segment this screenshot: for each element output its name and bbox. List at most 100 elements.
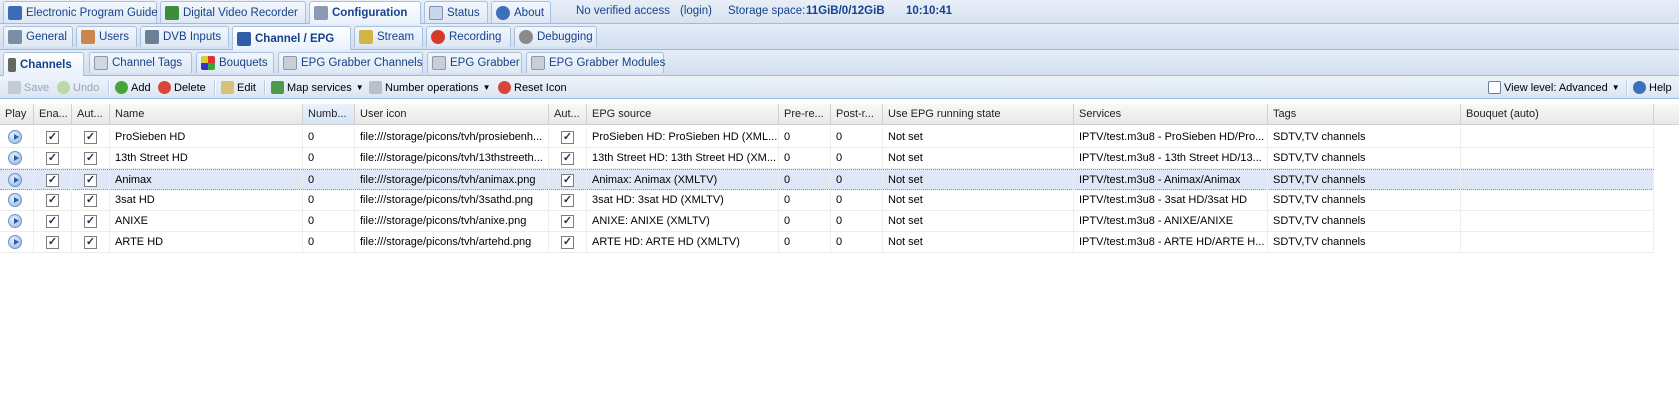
cell-tags[interactable]: SDTV,TV channels: [1268, 148, 1461, 168]
cell-post-record[interactable]: 0: [831, 148, 883, 168]
tab-bouquets[interactable]: Bouquets: [196, 52, 274, 73]
tab-channels[interactable]: Channels: [3, 52, 84, 76]
col-bouquet[interactable]: Bouquet (auto): [1461, 104, 1654, 124]
cell-user-icon[interactable]: file:///storage/picons/tvh/anixe.png: [355, 211, 549, 231]
cell-number[interactable]: 0: [303, 190, 355, 210]
col-tags[interactable]: Tags: [1268, 104, 1461, 124]
play-icon[interactable]: [8, 151, 22, 165]
play-icon[interactable]: [8, 193, 22, 207]
cell-tags[interactable]: SDTV,TV channels: [1268, 170, 1461, 190]
auto-name-checkbox[interactable]: ✓: [84, 174, 97, 187]
auto-name-checkbox[interactable]: ✓: [84, 152, 97, 165]
col-epg-running[interactable]: Use EPG running state: [883, 104, 1074, 124]
auto-name-checkbox[interactable]: ✓: [84, 131, 97, 144]
cell-epg-running[interactable]: Not set: [883, 211, 1074, 231]
cell-tags[interactable]: SDTV,TV channels: [1268, 232, 1461, 252]
auto-epg-checkbox[interactable]: ✓: [561, 194, 574, 207]
tab-status[interactable]: Status: [424, 1, 488, 23]
cell-pre-record[interactable]: 0: [779, 127, 831, 147]
tab-dvb-inputs[interactable]: DVB Inputs: [140, 26, 229, 47]
enabled-checkbox[interactable]: ✓: [46, 152, 59, 165]
table-row[interactable]: ✓ ✓ ARTE HD 0 file:///storage/picons/tvh…: [0, 232, 1654, 253]
col-name[interactable]: Name: [110, 104, 303, 124]
add-button[interactable]: Add: [115, 79, 151, 96]
tab-stream[interactable]: Stream: [354, 26, 423, 47]
cell-post-record[interactable]: 0: [831, 232, 883, 252]
cell-pre-record[interactable]: 0: [779, 232, 831, 252]
save-button[interactable]: Save: [8, 79, 49, 96]
cell-bouquet[interactable]: [1461, 148, 1654, 168]
enabled-checkbox[interactable]: ✓: [46, 236, 59, 249]
cell-user-icon[interactable]: file:///storage/picons/tvh/3sathd.png: [355, 190, 549, 210]
cell-services[interactable]: IPTV/test.m3u8 - ARTE HD/ARTE H...: [1074, 232, 1268, 252]
enabled-checkbox[interactable]: ✓: [46, 174, 59, 187]
play-icon[interactable]: [8, 130, 22, 144]
table-row[interactable]: ✓ ✓ 13th Street HD 0 file:///storage/pic…: [0, 148, 1654, 169]
play-icon[interactable]: [8, 235, 22, 249]
view-level-button[interactable]: View level: Advanced ▼: [1488, 79, 1620, 96]
cell-epg-running[interactable]: Not set: [883, 127, 1074, 147]
tab-recording[interactable]: Recording: [426, 26, 511, 47]
table-row-selected[interactable]: ✓ ✓ Animax 0 file:///storage/picons/tvh/…: [0, 169, 1654, 190]
cell-name[interactable]: Animax: [110, 170, 303, 190]
cell-tags[interactable]: SDTV,TV channels: [1268, 211, 1461, 231]
cell-bouquet[interactable]: [1461, 170, 1654, 190]
cell-bouquet[interactable]: [1461, 232, 1654, 252]
tab-epg-grabber-modules[interactable]: EPG Grabber Modules: [526, 52, 665, 73]
cell-tags[interactable]: SDTV,TV channels: [1268, 127, 1461, 147]
cell-epg-source[interactable]: ProSieben HD: ProSieben HD (XML...: [587, 127, 779, 147]
cell-post-record[interactable]: 0: [831, 127, 883, 147]
tab-debugging[interactable]: Debugging: [514, 26, 597, 47]
help-button[interactable]: Help: [1633, 79, 1672, 96]
cell-name[interactable]: 13th Street HD: [110, 148, 303, 168]
auto-epg-checkbox[interactable]: ✓: [561, 236, 574, 249]
enabled-checkbox[interactable]: ✓: [46, 194, 59, 207]
auto-name-checkbox[interactable]: ✓: [84, 236, 97, 249]
cell-post-record[interactable]: 0: [831, 211, 883, 231]
tab-channel-tags[interactable]: Channel Tags: [89, 52, 192, 73]
cell-number[interactable]: 0: [303, 211, 355, 231]
cell-pre-record[interactable]: 0: [779, 190, 831, 210]
cell-number[interactable]: 0: [303, 170, 355, 190]
tab-configuration[interactable]: Configuration: [309, 1, 421, 24]
cell-user-icon[interactable]: file:///storage/picons/tvh/13thstreeth..…: [355, 148, 549, 168]
cell-epg-source[interactable]: Animax: Animax (XMLTV): [587, 170, 779, 190]
cell-epg-source[interactable]: 3sat HD: 3sat HD (XMLTV): [587, 190, 779, 210]
cell-pre-record[interactable]: 0: [779, 211, 831, 231]
cell-epg-source[interactable]: ANIXE: ANIXE (XMLTV): [587, 211, 779, 231]
cell-post-record[interactable]: 0: [831, 190, 883, 210]
cell-number[interactable]: 0: [303, 127, 355, 147]
cell-epg-running[interactable]: Not set: [883, 170, 1074, 190]
cell-pre-record[interactable]: 0: [779, 148, 831, 168]
cell-services[interactable]: IPTV/test.m3u8 - ANIXE/ANIXE: [1074, 211, 1268, 231]
undo-button[interactable]: Undo: [57, 79, 99, 96]
table-row[interactable]: ✓ ✓ 3sat HD 0 file:///storage/picons/tvh…: [0, 190, 1654, 211]
col-enabled[interactable]: Ena...: [34, 104, 72, 124]
tab-users[interactable]: Users: [76, 26, 137, 47]
cell-number[interactable]: 0: [303, 148, 355, 168]
edit-button[interactable]: Edit: [221, 79, 256, 96]
reset-icon-button[interactable]: Reset Icon: [498, 79, 567, 96]
col-pre-record[interactable]: Pre-re...: [779, 104, 831, 124]
map-services-button[interactable]: Map services ▼: [271, 79, 364, 96]
cell-epg-source[interactable]: 13th Street HD: 13th Street HD (XM...: [587, 148, 779, 168]
login-link[interactable]: (login): [680, 5, 712, 17]
auto-epg-checkbox[interactable]: ✓: [561, 174, 574, 187]
auto-epg-checkbox[interactable]: ✓: [561, 215, 574, 228]
cell-services[interactable]: IPTV/test.m3u8 - 13th Street HD/13...: [1074, 148, 1268, 168]
cell-epg-running[interactable]: Not set: [883, 190, 1074, 210]
tab-general[interactable]: General: [3, 26, 73, 47]
number-operations-button[interactable]: Number operations ▼: [369, 79, 490, 96]
cell-name[interactable]: 3sat HD: [110, 190, 303, 210]
cell-services[interactable]: IPTV/test.m3u8 - Animax/Animax: [1074, 170, 1268, 190]
cell-bouquet[interactable]: [1461, 211, 1654, 231]
auto-name-checkbox[interactable]: ✓: [84, 215, 97, 228]
cell-tags[interactable]: SDTV,TV channels: [1268, 190, 1461, 210]
enabled-checkbox[interactable]: ✓: [46, 215, 59, 228]
cell-bouquet[interactable]: [1461, 190, 1654, 210]
tab-epg-grabber[interactable]: EPG Grabber: [427, 52, 522, 73]
col-play[interactable]: Play: [0, 104, 34, 124]
play-icon[interactable]: [8, 173, 22, 187]
cell-name[interactable]: ARTE HD: [110, 232, 303, 252]
table-row[interactable]: ✓ ✓ ProSieben HD 0 file:///storage/picon…: [0, 127, 1654, 148]
